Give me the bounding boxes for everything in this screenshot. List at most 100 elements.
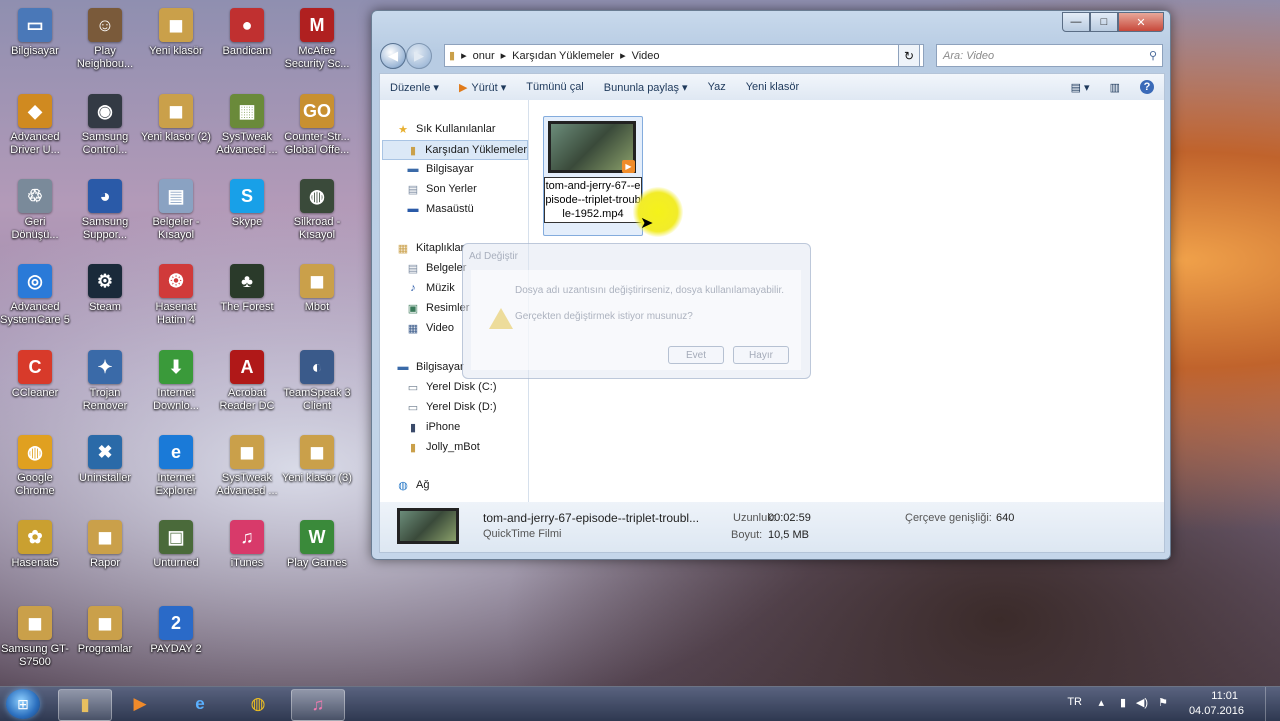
nav-item-videos[interactable]: ▦ Video	[406, 319, 454, 337]
desktop-icon[interactable]: ◼ Yeni klasör	[141, 8, 211, 58]
nav-item-desktop[interactable]: ▬ Masaüstü	[406, 200, 474, 218]
nav-libraries-header[interactable]: ▦ Kitaplıklar	[396, 239, 465, 257]
clock-time[interactable]: 11:01	[1211, 690, 1238, 702]
desktop-icon[interactable]: S Skype	[212, 179, 282, 229]
nav-item-pictures[interactable]: ▣ Resimler	[406, 299, 470, 317]
search-input[interactable]: Ara: Video ⚲	[936, 44, 1163, 67]
nav-item-music[interactable]: ♪ Müzik	[406, 279, 454, 297]
desktop-icon[interactable]: ◼ Yeni klasör (2)	[141, 94, 211, 144]
desktop-icon[interactable]: ♣ The Forest	[212, 264, 282, 314]
breadcrumb-downloads[interactable]: Karşıdan Yüklemeler	[512, 50, 614, 62]
play-button[interactable]: ▶ Yürüt ▾	[449, 81, 516, 94]
desktop-icon[interactable]: ◉ Samsung Control...	[70, 94, 140, 157]
desktop-icon[interactable]: ◍ Google Chrome	[0, 435, 70, 498]
maximize-button[interactable]: □	[1090, 12, 1118, 32]
desktop-icon[interactable]: ▭ Bilgisayar	[0, 8, 70, 58]
taskbar-chrome[interactable]: ◍	[232, 689, 284, 719]
new-folder-button[interactable]: Yeni klasör	[736, 81, 809, 93]
nav-network[interactable]: ◍ Ağ	[396, 476, 429, 494]
desktop-icon[interactable]: e Internet Explorer	[141, 435, 211, 498]
refresh-button[interactable]: ↻	[898, 44, 920, 67]
start-button[interactable]: ⊞	[6, 689, 40, 719]
nav-label: Son Yerler	[426, 183, 477, 195]
show-hidden-icons[interactable]: ▴	[1098, 696, 1104, 709]
clock-date[interactable]: 04.07.2016	[1189, 705, 1244, 717]
desktop-icon[interactable]: W Play Games	[282, 520, 352, 570]
nav-item-drive-d[interactable]: ▭ Yerel Disk (D:)	[406, 398, 497, 416]
app-icon: GO	[300, 94, 334, 128]
desktop-icon[interactable]: ◼ SysTweak Advanced ...	[212, 435, 282, 498]
yes-button[interactable]: Evet	[668, 346, 724, 364]
desktop-icon[interactable]: C CCleaner	[0, 350, 70, 400]
share-with-button[interactable]: Bununla paylaş ▾	[594, 81, 698, 94]
address-bar[interactable]: ▮ ▸ onur ▸ Karşıdan Yüklemeler ▸ Video ▾	[444, 44, 924, 67]
desktop-icon[interactable]: ✦ Trojan Remover	[70, 350, 140, 413]
desktop-icon[interactable]: GO Counter-Str... Global Offe...	[282, 94, 352, 157]
nav-item-computer[interactable]: ▬ Bilgisayar	[406, 160, 474, 178]
taskbar: ⊞ ▮ ▶ e ◍ ♫ TR ▴ ▮ ◀) ⚑ 11:01 04.07.2016	[0, 686, 1280, 721]
nav-item-drive-c[interactable]: ▭ Yerel Disk (C:)	[406, 378, 497, 396]
app-icon: ▣	[159, 520, 193, 554]
forward-button[interactable]: ▶	[406, 43, 432, 69]
taskbar-explorer[interactable]: ▮	[58, 689, 112, 721]
desktop-icon[interactable]: M McAfee Security Sc...	[282, 8, 352, 71]
nav-item-documents[interactable]: ▤ Belgeler	[406, 259, 467, 277]
desktop-icon-label: The Forest	[220, 301, 274, 313]
file-rename-field[interactable]: tom-and-jerry-67--episode--triplet-troub…	[544, 177, 642, 223]
device-icon[interactable]: ▮	[1120, 696, 1126, 709]
back-button[interactable]: ◀	[380, 43, 406, 69]
taskbar-internet-explorer[interactable]: e	[174, 689, 226, 719]
desktop-icon[interactable]: ⬇ Internet Downlo...	[141, 350, 211, 413]
breadcrumb-video[interactable]: Video	[632, 50, 660, 62]
play-all-button[interactable]: Tümünü çal	[516, 81, 593, 93]
taskbar-itunes[interactable]: ♫	[291, 689, 345, 721]
nav-computer-header[interactable]: ▬ Bilgisayar	[396, 358, 464, 376]
desktop-icon[interactable]: ✖ Uninstaller	[70, 435, 140, 485]
help-button[interactable]: ?	[1130, 80, 1164, 94]
desktop-icon[interactable]: ◕ Samsung Suppor...	[70, 179, 140, 242]
view-options-button[interactable]: ▤ ▾	[1061, 81, 1100, 94]
desktop-icon[interactable]: ◆ Advanced Driver U...	[0, 94, 70, 157]
breadcrumb-onur[interactable]: onur	[473, 50, 495, 62]
network-icon[interactable]: ⚑	[1158, 696, 1168, 709]
desktop-icon[interactable]: A Acrobat Reader DC	[212, 350, 282, 413]
desktop-icon[interactable]: ⚙ Steam	[70, 264, 140, 314]
desktop-icon-label: Play Games	[287, 557, 347, 569]
desktop-icon[interactable]: ❂ Hasenat Hatim 4	[141, 264, 211, 327]
desktop-icon[interactable]: ◼ Mbot	[282, 264, 352, 314]
minimize-button[interactable]: —	[1062, 12, 1090, 32]
no-button[interactable]: Hayır	[733, 346, 789, 364]
desktop-icon[interactable]: ◼ Rapor	[70, 520, 140, 570]
close-button[interactable]: ✕	[1118, 12, 1164, 32]
nav-item-downloads[interactable]: ▮ Karşıdan Yüklemeler	[382, 140, 528, 160]
organize-button[interactable]: Düzenle ▾	[380, 81, 449, 94]
nav-item-iphone[interactable]: ▮ iPhone	[406, 418, 460, 436]
desktop-icon[interactable]: ● Bandicam	[212, 8, 282, 58]
desktop-icon[interactable]: ✿ Hasenat5	[0, 520, 70, 570]
desktop-icon[interactable]: ☺ Play Neighbou...	[70, 8, 140, 71]
desktop-icon[interactable]: ◍ Silkroad - Kısayol	[282, 179, 352, 242]
desktop-icon[interactable]: ▤ Belgeler - Kısayol	[141, 179, 211, 242]
desktop-icon[interactable]: ▣ Unturned	[141, 520, 211, 570]
taskbar-media-player[interactable]: ▶	[114, 689, 166, 719]
nav-favorites-header[interactable]: ★ Sık Kullanılanlar	[396, 120, 495, 138]
burn-button[interactable]: Yaz	[698, 81, 736, 93]
desktop-icon[interactable]: ◎ Advanced SystemCare 5	[0, 264, 70, 327]
nav-item-jolly-mbot[interactable]: ▮ Jolly_mBot	[406, 438, 480, 456]
desktop-icon-label: Steam	[89, 301, 121, 313]
nav-item-recent-places[interactable]: ▤ Son Yerler	[406, 180, 477, 198]
desktop-icon[interactable]: ◼ Programlar	[70, 606, 140, 656]
desktop-icon[interactable]: 2 PAYDAY 2	[141, 606, 211, 656]
volume-icon[interactable]: ◀)	[1136, 696, 1148, 709]
show-desktop-button[interactable]	[1265, 687, 1280, 721]
preview-pane-button[interactable]: ▥	[1100, 81, 1130, 94]
desktop-icon[interactable]: ▦ SysTweak Advanced ...	[212, 94, 282, 157]
language-indicator[interactable]: TR	[1067, 696, 1082, 708]
desktop-icon[interactable]: ♫ iTunes	[212, 520, 282, 570]
desktop-icon[interactable]: ◼ Yeni klasör (3)	[282, 435, 352, 485]
desktop-icon[interactable]: ◐ TeamSpeak 3 Client	[282, 350, 352, 413]
desktop-icon[interactable]: ♲ Geri Dönüşü...	[0, 179, 70, 242]
desktop-icon[interactable]: ◼ Samsung GT-S7500	[0, 606, 70, 669]
file-item-video[interactable]: tom-and-jerry-67--episode--triplet-troub…	[543, 116, 683, 237]
app-icon: ♫	[230, 520, 264, 554]
